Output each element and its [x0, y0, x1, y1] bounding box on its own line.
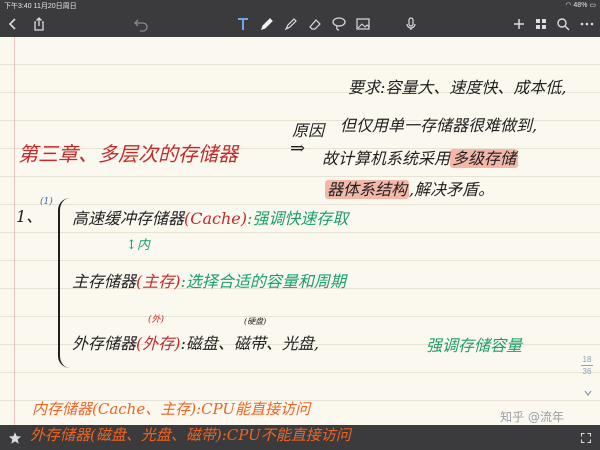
cache-paren: (Cache) [184, 209, 248, 228]
eraser-tool-icon[interactable] [304, 11, 326, 37]
battery-percent: 48% [573, 2, 588, 9]
main-label: 主存储器 [72, 272, 137, 291]
scroll-down-icon[interactable] [583, 388, 593, 398]
reason-line-1: 要求:容量大、速度快、成本低, [348, 78, 567, 97]
reason-line-4: 器体系结构 ,解决矛盾。 [325, 176, 494, 200]
bottom-line-1: 内存储器(Cache、主存):CPU能直接访问 [32, 400, 311, 418]
status-date: 11月20日周日 [33, 3, 77, 10]
ext-marker: (外) [148, 315, 165, 325]
status-time: 下午3:40 [4, 3, 32, 10]
ext-desc: 强调存储容量 [426, 336, 523, 355]
ext-media: :磁盘、磁带、光盘, [180, 334, 319, 353]
text-tool-icon[interactable] [232, 11, 254, 37]
more-icon[interactable] [576, 11, 598, 37]
favorite-star-icon[interactable] [2, 425, 27, 450]
status-time-date: 下午3:40 11月20日周日 [4, 1, 77, 11]
microphone-icon[interactable] [400, 11, 422, 37]
ext-paren: (外存) [136, 334, 181, 353]
cache-desc: :强调快速存取 [247, 209, 349, 228]
updown-marker: ↕内 [126, 238, 150, 253]
reason-line-2: 但仅用单一存储器很难做到, [340, 116, 538, 135]
bracket-brace [58, 198, 72, 368]
status-battery: ◠ 48% ▭ [565, 1, 596, 9]
reason-line-4-highlight: 器体系结构 [325, 180, 410, 199]
add-page-icon[interactable] [508, 11, 530, 37]
item-marker: (1) [40, 197, 53, 207]
ext-label: 外存储器 [72, 334, 137, 353]
wifi-icon: ◠ [565, 2, 572, 9]
share-icon[interactable] [28, 11, 50, 37]
reason-line-3: 故计算机系统采用 多级存储 [322, 145, 519, 169]
back-chevron-icon[interactable] [2, 11, 24, 37]
battery-icon: ▭ [589, 2, 596, 9]
main-desc: :选择合适的容量和周期 [180, 272, 346, 291]
lasso-tool-icon[interactable] [328, 11, 350, 37]
highlighter-tool-icon[interactable] [280, 11, 302, 37]
page-grid-icon[interactable] [530, 11, 552, 37]
arrow-icon: ⇒ [290, 138, 306, 159]
watermark: 知乎 @流年 [500, 410, 564, 424]
hard-disk-note: (硬盘) [244, 317, 267, 326]
main-row: 主存储器(主存):选择合适的容量和周期 [72, 268, 346, 292]
reason-line-3-highlight: 多级存储 [450, 149, 519, 168]
reason-line-3a: 故计算机系统采用 [322, 149, 451, 168]
page-margin-line [14, 37, 15, 425]
page-counter[interactable]: 18 36 [579, 355, 595, 376]
main-paren: (主存) [136, 272, 181, 291]
toolbar [0, 11, 600, 37]
bottom-line-2: 外存储器(磁盘、光盘、磁带):CPU不能直接访问 [30, 426, 351, 444]
fullscreen-icon[interactable] [573, 425, 598, 450]
page-counter-divider [581, 365, 593, 366]
cache-row: 高速缓冲存储器(Cache):强调快速存取 [72, 205, 348, 229]
search-icon[interactable] [552, 11, 574, 37]
reason-line-4b: ,解决矛盾。 [409, 180, 495, 199]
cache-label: 高速缓冲存储器 [72, 209, 185, 228]
status-bar: 下午3:40 11月20日周日 ◠ 48% ▭ [0, 0, 600, 11]
image-tool-icon[interactable] [352, 11, 374, 37]
page-total: 36 [582, 367, 592, 376]
page-current: 18 [582, 355, 592, 364]
undo-icon[interactable] [130, 11, 152, 37]
item-index: 1、 [16, 207, 43, 226]
chapter-title: 第三章、多层次的存储器 [18, 142, 238, 166]
pen-tool-icon[interactable] [256, 11, 278, 37]
ext-row: 外存储器(外存):磁盘、磁带、光盘, [72, 330, 319, 354]
